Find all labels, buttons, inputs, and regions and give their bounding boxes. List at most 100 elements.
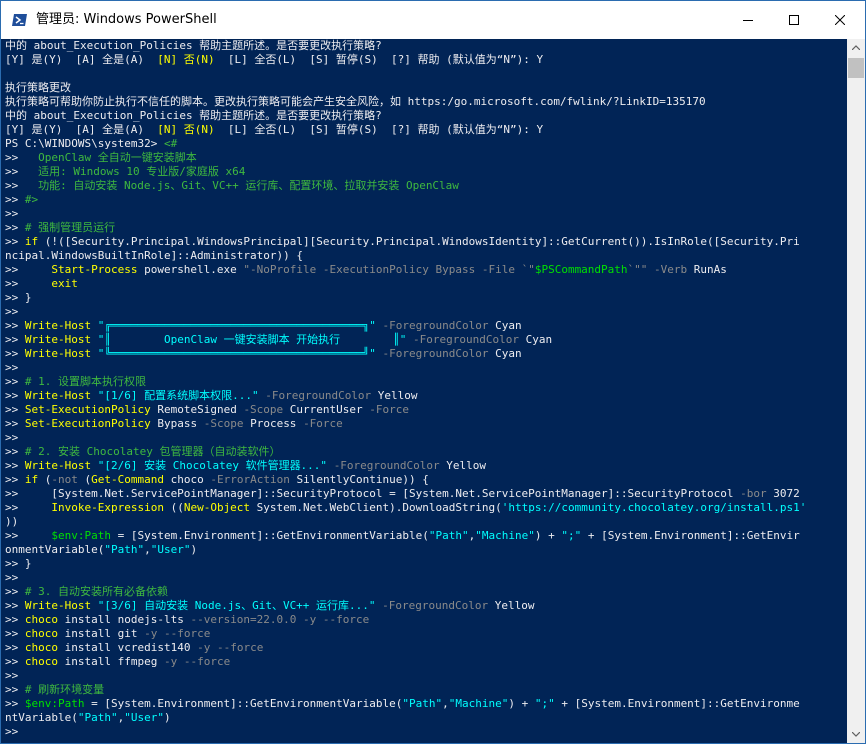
console-text: >> — [5, 347, 25, 360]
console-text: -ForegroundColor — [382, 599, 489, 612]
window-title: 管理员: Windows PowerShell — [36, 12, 217, 27]
console-line: >> choco install vcredist140 -y --force — [5, 641, 263, 655]
title-bar[interactable]: 管理员: Windows PowerShell — [1, 1, 865, 39]
console-text: choco — [24, 627, 58, 640]
console-line: >> Set-ExecutionPolicy Bypass -Scope Pro… — [5, 417, 343, 431]
console-text: ncipal.WindowsBuiltInRole]::Administrato… — [5, 249, 304, 262]
console-text: [N] 否(N) — [157, 53, 215, 66]
scrollbar-thumb[interactable] — [848, 58, 864, 78]
console-text: >> — [5, 669, 19, 682]
console-text: >> — [5, 319, 25, 332]
console-text: 执行策略可帮助你防止执行不信任的脚本。更改执行策略可能会产生安全风险，如 htt… — [5, 95, 706, 108]
console-line: >> 功能: 自动安装 Node.js、Git、VC++ 运行库、配置环境、拉取… — [5, 179, 459, 193]
powershell-window: 管理员: Windows PowerShell 中的 about_Executi… — [0, 0, 866, 744]
console-line: 执行策略更改 — [5, 81, 71, 95]
console-line: >> if (!([Security.Principal.WindowsPrin… — [5, 235, 800, 249]
console-text: >> — [5, 193, 25, 206]
console-text: "Path" — [104, 543, 145, 556]
console-text: >> — [5, 459, 25, 472]
console-line: >> # 3. 自动安装所有必备依赖 — [5, 585, 168, 599]
console-text: if — [24, 235, 39, 248]
console-line: >> — [5, 669, 18, 683]
console-line: >> choco install ffmpeg -y --force — [5, 655, 230, 669]
console-text: >> — [5, 361, 19, 374]
console-line: [Y] 是(Y) [A] 全是(A) [N] 否(N) [L] 全否(L) [S… — [5, 53, 543, 67]
console-text: -Scope — [203, 417, 244, 430]
console-text: Write-Host — [24, 389, 92, 402]
console-text: >> — [5, 277, 52, 290]
console-line: >> #> — [5, 193, 38, 207]
console-text: # 强制管理员运行 — [24, 221, 116, 234]
console-text: -Verb — [654, 263, 688, 276]
scroll-up-button[interactable] — [847, 39, 865, 56]
console-text: CurrentUser — [283, 403, 370, 416]
console-text: 中的 about_Execution_Policies 帮助主题所述。是否要更改… — [5, 39, 382, 52]
console-text: >> — [5, 683, 25, 696]
console-line: ntVariable("Path","User") — [5, 711, 171, 725]
console-text: [L] 全否(L) [S] 暂停(S) [?] 帮助 (默认值为“N”): Y — [214, 123, 544, 136]
console-text: PS C:\WINDOWS\system32> — [5, 137, 164, 150]
console-text: ( — [77, 473, 92, 486]
console-text: >> — [5, 417, 25, 430]
console-text: ) + — [534, 529, 562, 542]
console-text: Yellow — [371, 389, 418, 402]
console-text: Set-ExecutionPolicy — [24, 403, 151, 416]
console-text: ntVariable( — [5, 711, 78, 724]
console-text: 3072 — [766, 487, 800, 500]
console-line: >> OpenClaw 全自动一键安装脚本 — [5, 151, 197, 165]
console-text: Write-Host — [24, 347, 92, 360]
console-text: "Machine" — [448, 697, 509, 710]
console-text: ) — [163, 711, 171, 724]
console-text: >> — [5, 725, 19, 738]
console-text: ( — [38, 473, 52, 486]
console-text: >> — [5, 403, 25, 416]
console-output[interactable]: 中的 about_Execution_Policies 帮助主题所述。是否要更改… — [1, 39, 847, 743]
console-text: = [System.Environment]::GetEnvironmentVa… — [84, 697, 403, 710]
console-text: -ForegroundColor — [333, 459, 440, 472]
console-line: >> # 1. 设置脚本执行权限 — [5, 375, 146, 389]
console-text: OpenClaw 全自动一键安装脚本 — [24, 151, 197, 164]
console-text: + [System.Environment]::GetEnvironme — [554, 697, 800, 710]
console-text: install nodejs-lts — [58, 613, 191, 626]
console-text: >> — [5, 697, 25, 710]
console-line: >> Start-Process powershell.exe "-NoProf… — [5, 263, 727, 277]
console-line: >> Write-Host "[2/6] 安装 Chocolatey 软件管理器… — [5, 459, 486, 473]
console-line: >> Write-Host "[1/6] 配置系统脚本权限..." -Foreg… — [5, 389, 418, 403]
console-text: (!([Security.Principal.WindowsPrincipal]… — [38, 235, 800, 248]
console-line: >> — [5, 725, 18, 739]
console-line: )) — [5, 515, 18, 529]
console-text: "[2/6] 安装 Chocolatey 软件管理器..." — [97, 459, 328, 472]
console-text: Process — [243, 417, 304, 430]
console-text: Yellow — [439, 459, 487, 472]
console-text: Cyan — [519, 333, 553, 346]
console-line: >> — [5, 431, 18, 445]
console-line: >> [System.Net.ServicePointManager]::Sec… — [5, 487, 800, 501]
console-text: 功能: 自动安装 Node.js、Git、VC++ 运行库、配置环境、拉取并安装… — [24, 179, 459, 192]
close-button[interactable] — [817, 1, 863, 39]
console-text: ";" — [534, 697, 555, 710]
powershell-icon[interactable] — [12, 12, 28, 28]
scroll-down-button[interactable] — [847, 726, 865, 743]
console-line: [Y] 是(Y) [A] 全是(A) [N] 否(N) [L] 全否(L) [S… — [5, 123, 543, 137]
console-text: [Y] 是(Y) [A] 全是(A) — [5, 53, 158, 66]
console-line: PS C:\WINDOWS\system32> <# — [5, 137, 177, 151]
minimize-button[interactable] — [725, 1, 771, 39]
console-text: , — [442, 697, 449, 710]
console-text: SilentlyContinue)) { — [289, 473, 429, 486]
console-text: onmentVariable( — [5, 543, 105, 556]
console-text: >> } — [5, 557, 32, 570]
console-text: [Y] 是(Y) [A] 全是(A) — [5, 123, 158, 136]
maximize-button[interactable] — [771, 1, 817, 39]
vertical-scrollbar[interactable] — [847, 39, 865, 743]
console-text: -ForegroundColor — [265, 389, 372, 402]
console-line: >> # 强制管理员运行 — [5, 221, 115, 235]
console-text: $env:Path — [51, 529, 111, 542]
console-text: , — [144, 543, 151, 556]
